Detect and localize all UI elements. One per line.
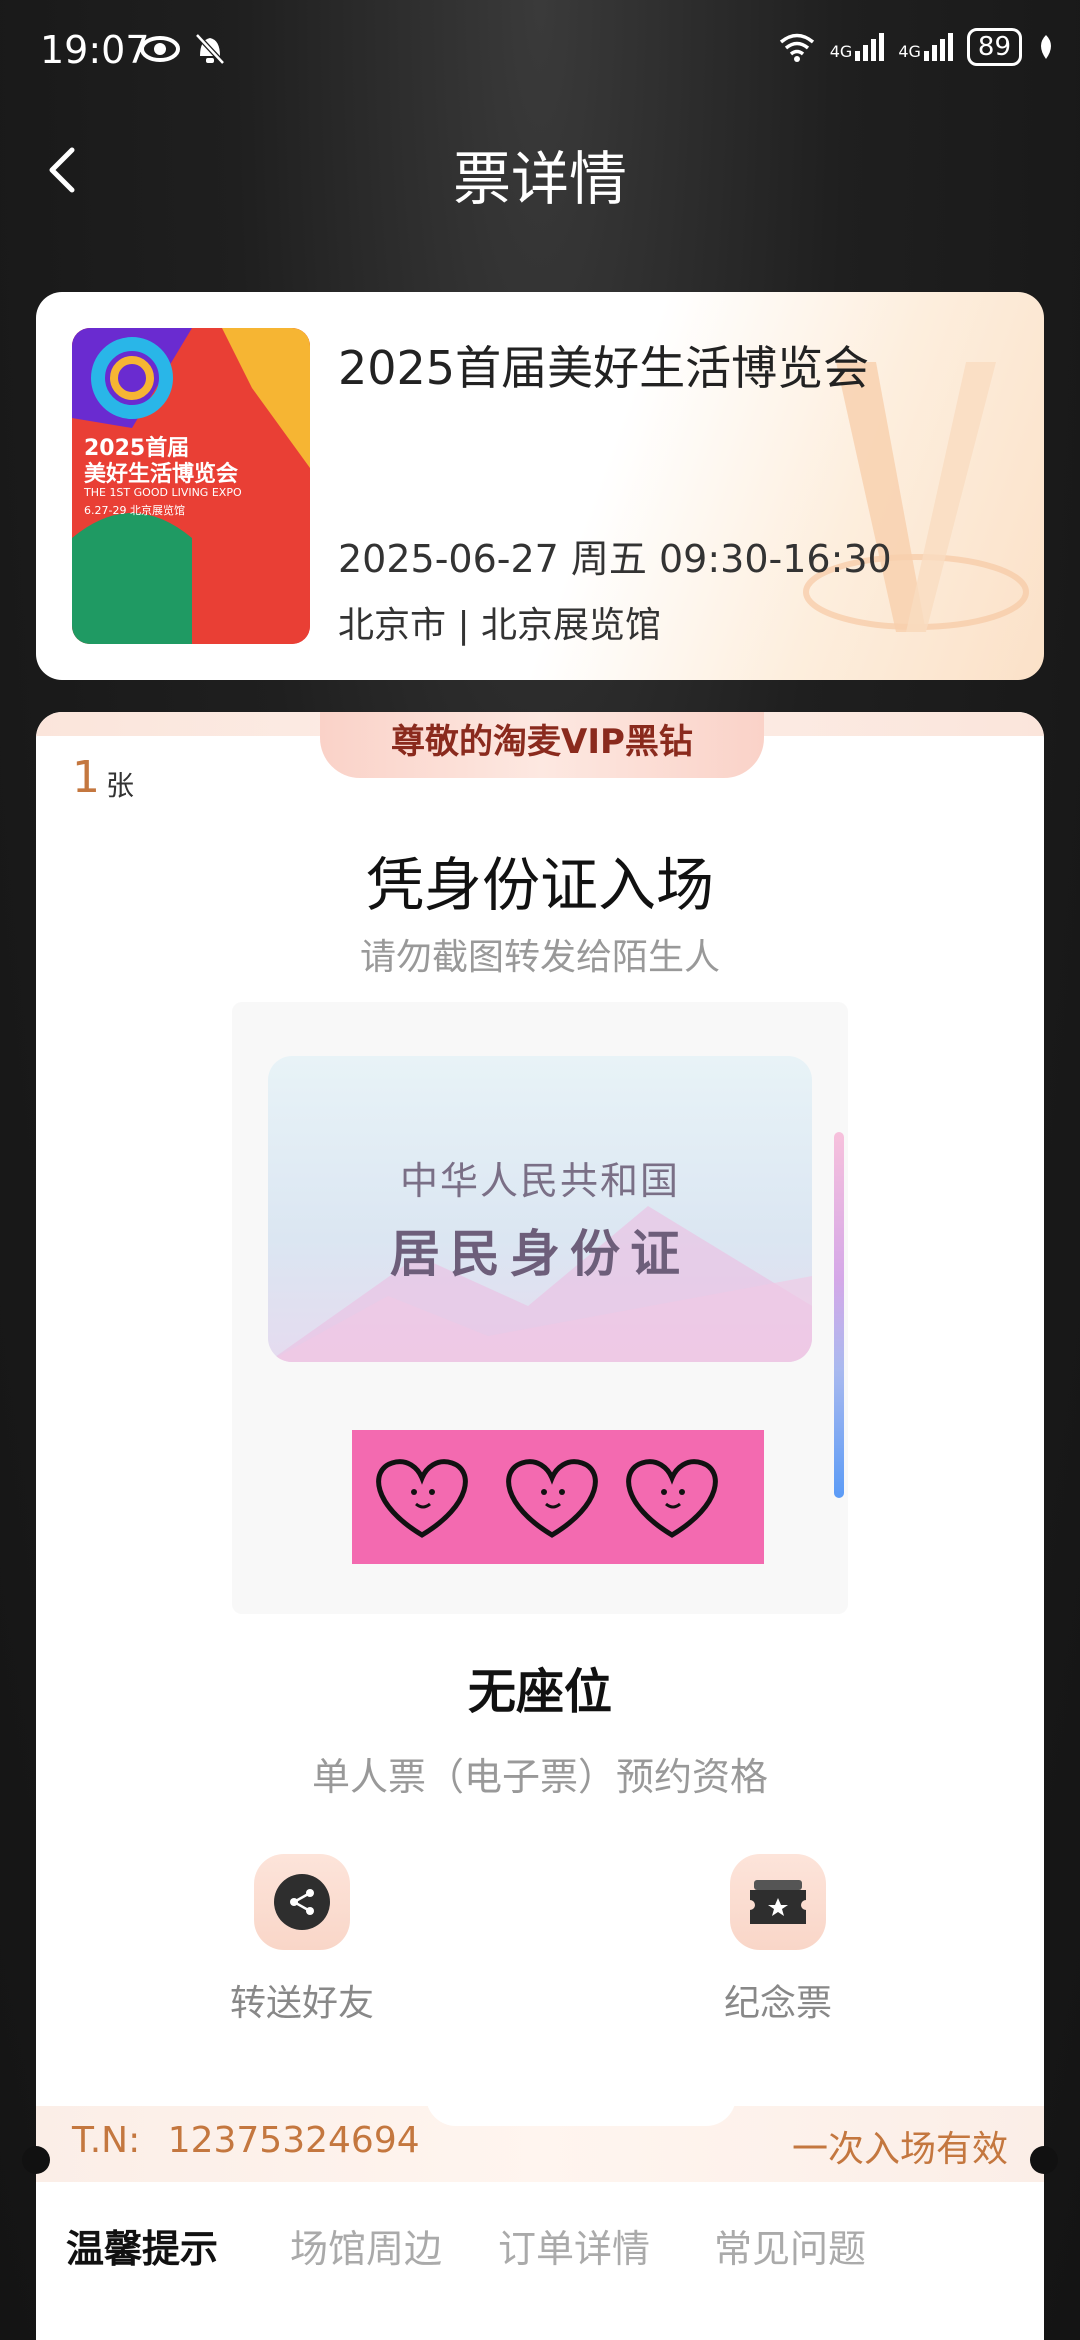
wifi-icon	[779, 33, 814, 62]
event-title: 2025首届美好生活博览会	[338, 341, 870, 395]
battery-indicator: 89	[966, 28, 1022, 66]
bell-off-icon	[195, 33, 225, 65]
leaf-icon	[1041, 35, 1051, 59]
tab-order-details[interactable]: 订单详情	[498, 2218, 650, 2273]
ticket-number: T.N: 12375324694	[72, 2120, 420, 2161]
ticket-punch-left	[22, 2146, 50, 2174]
event-card[interactable]: 2025首届 美好生活博览会 THE 1ST GOOD LIVING EXPO …	[36, 292, 1044, 680]
page-title: 票详情	[452, 145, 627, 213]
tab-venue-surroundings[interactable]: 场馆周边	[290, 2218, 442, 2273]
poster-dates: 6.27-29 北京展览馆	[84, 504, 185, 517]
signal-2-icon: 4G	[898, 33, 953, 61]
ticket-number-label: T.N:	[72, 2120, 141, 2161]
status-icons-right: 4G 4G 89	[778, 28, 1056, 66]
network-label-1: 4G	[829, 42, 853, 61]
transfer-friend-button[interactable]	[254, 1854, 350, 1950]
entry-method-title: 凭身份证入场	[365, 851, 714, 919]
event-poster: 2025首届 美好生活博览会 THE 1ST GOOD LIVING EXPO …	[72, 328, 310, 644]
entry-warning: 请勿截图转发给陌生人	[359, 937, 720, 978]
poster-title-2: 美好生活博览会	[84, 462, 239, 487]
ticket-count-unit: 张	[106, 769, 135, 802]
event-venue: 北京市 | 北京展览馆	[338, 605, 662, 646]
tab-faq[interactable]: 常见问题	[714, 2218, 866, 2273]
ticket-punch-right	[1030, 2146, 1058, 2174]
ticket-type: 单人票（电子票）预约资格	[311, 1755, 768, 1799]
id-card-graphic: 中华人民共和国 居民身份证	[268, 1056, 812, 1362]
poster-subtitle: THE 1ST GOOD LIVING EXPO	[84, 486, 242, 499]
ticket-number-value: 12375324694	[167, 2120, 420, 2161]
souvenir-ticket-icon	[750, 1880, 806, 1924]
scroll-indicator[interactable]	[834, 1132, 844, 1498]
transfer-friend-label[interactable]: 转送好友	[192, 1974, 412, 2026]
id-card-panel: 中华人民共和国 居民身份证	[232, 1002, 848, 1614]
ticket-count: 1	[72, 752, 100, 803]
info-tabs: 温馨提示 场馆周边 订单详情 常见问题	[36, 2182, 1044, 2340]
id-card-country: 中华人民共和国	[399, 1159, 680, 1203]
status-time: 19:07	[40, 28, 150, 72]
ticket-number-strip: T.N: 12375324694 一次入场有效	[36, 2086, 1044, 2182]
tab-tips[interactable]: 温馨提示	[66, 2218, 218, 2273]
signal-1-icon: 4G	[830, 33, 885, 61]
souvenir-ticket-label[interactable]: 纪念票	[668, 1974, 888, 2026]
share-icon	[290, 1889, 314, 1915]
souvenir-ticket-button[interactable]	[730, 1854, 826, 1950]
seat-info: 无座位	[467, 1664, 612, 1720]
event-datetime: 2025-06-27 周五 09:30-16:30	[338, 537, 892, 581]
ticket-validity: 一次入场有效	[791, 2129, 1008, 2170]
vip-badge: 尊敬的淘麦VIP黑钻	[320, 712, 764, 778]
eye-icon	[140, 36, 180, 62]
hearts-sticker	[352, 1430, 764, 1564]
network-label-2: 4G	[898, 42, 921, 61]
status-icons-left	[140, 32, 226, 66]
id-card-type: 居民身份证	[390, 1225, 690, 1283]
ticket-card: 尊敬的淘麦VIP黑钻 1 张 凭身份证入场 请勿截图转发给陌生人 中华人民共和国…	[36, 712, 1044, 2162]
